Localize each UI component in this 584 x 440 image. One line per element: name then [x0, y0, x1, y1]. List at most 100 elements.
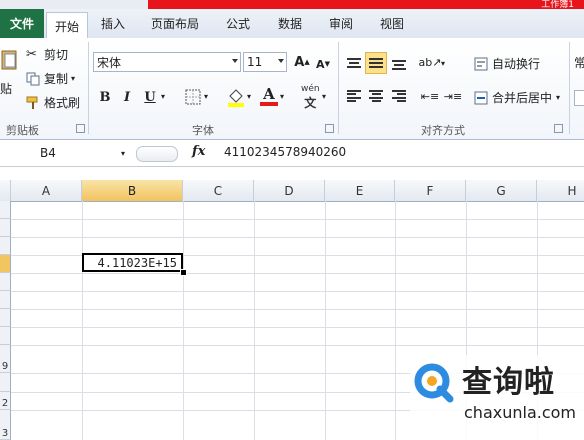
row-header[interactable] [0, 373, 11, 392]
cell-b4-value: 4.11023E+15 [97, 255, 177, 270]
cut-button[interactable]: ✂ 剪切 [26, 46, 68, 63]
gridline [11, 219, 584, 220]
name-box-dropdown-icon[interactable]: ▾ [121, 149, 125, 158]
tab-view[interactable]: 视图 [380, 15, 404, 32]
font-group-label: 字体 [192, 124, 214, 137]
column-header-f[interactable]: F [395, 180, 466, 201]
tab-formulas[interactable]: 公式 [226, 15, 250, 32]
row-header[interactable] [0, 201, 11, 219]
font-color-button[interactable]: A [260, 85, 278, 107]
merge-center-icon [474, 91, 488, 104]
row-header[interactable]: 3 [0, 410, 11, 440]
font-color-dropdown-icon[interactable]: ▾ [280, 92, 284, 101]
formula-input[interactable]: 4110234578940260 [224, 145, 346, 159]
row-header[interactable]: 2 [0, 392, 11, 410]
bold-button[interactable]: B [95, 87, 115, 107]
tab-home[interactable]: 开始 [46, 12, 88, 39]
underline-button[interactable]: U [140, 87, 160, 107]
align-bottom-button[interactable] [389, 55, 409, 75]
formula-bar: B4 ▾ fx 4110234578940260 [0, 140, 584, 167]
format-painter-label: 格式刷 [44, 96, 81, 110]
phonetic-dropdown-icon[interactable]: ▾ [322, 92, 326, 101]
orientation-button[interactable]: ab↗ [418, 52, 442, 72]
column-header-b[interactable]: B [82, 180, 183, 201]
align-top-button[interactable] [344, 53, 364, 73]
align-right-button[interactable] [389, 86, 409, 106]
row-header[interactable] [0, 309, 11, 327]
gridline [11, 327, 584, 328]
underline-dropdown-icon[interactable]: ▾ [161, 92, 165, 101]
decrease-indent-button[interactable]: ⇤≡ [420, 86, 440, 106]
column-header-e[interactable]: E [325, 180, 395, 201]
row-header[interactable] [0, 237, 11, 255]
name-box[interactable]: B4 ▾ [0, 143, 133, 163]
align-top-icon [347, 58, 361, 68]
align-center-button[interactable] [366, 86, 386, 106]
row-header[interactable] [0, 273, 11, 291]
column-header-h[interactable]: H [537, 180, 584, 201]
shrink-font-button[interactable]: A ▼ [313, 54, 333, 74]
paste-icon [1, 50, 17, 70]
watermark-logo-icon [414, 363, 454, 403]
formula-bar-resize-handle[interactable] [136, 146, 178, 162]
fill-color-dropdown-icon[interactable]: ▾ [247, 92, 251, 101]
scissors-icon: ✂ [26, 46, 37, 62]
gridline [11, 345, 584, 346]
tab-insert[interactable]: 插入 [101, 15, 125, 32]
fill-handle[interactable] [180, 269, 187, 276]
number-format-partial[interactable]: 常 [574, 54, 584, 71]
increase-indent-icon: ⇥≡ [443, 89, 463, 103]
font-name-value: 宋体 [97, 55, 122, 70]
orientation-icon: ab↗ [418, 55, 442, 69]
tab-page-layout[interactable]: 页面布局 [151, 15, 199, 32]
copy-button[interactable]: 复制 ▾ [26, 70, 75, 87]
grow-font-button[interactable]: A ▲ [292, 52, 312, 72]
merge-dropdown-icon[interactable]: ▾ [556, 93, 560, 102]
row-header[interactable] [0, 291, 11, 309]
borders-icon[interactable] [185, 89, 201, 105]
copy-dropdown-icon[interactable]: ▾ [71, 74, 75, 83]
font-size-select[interactable]: 11 [243, 52, 287, 72]
wrap-text-button[interactable]: 自动换行 [474, 55, 540, 72]
row-header[interactable] [0, 327, 11, 345]
borders-dropdown-icon[interactable]: ▾ [204, 92, 208, 101]
clipboard-launcher[interactable] [76, 124, 85, 133]
row-header[interactable]: 9 [0, 345, 11, 373]
tab-file[interactable]: 文件 [0, 9, 44, 38]
align-left-button[interactable] [344, 86, 364, 106]
watermark-text-cn: 查询啦 [462, 365, 555, 400]
increase-indent-button[interactable]: ⇥≡ [443, 86, 463, 106]
merge-center-label: 合并后居中 [492, 91, 553, 105]
shrink-font-icon: A [316, 57, 325, 71]
clipboard-group-label: 剪贴板 [6, 124, 39, 137]
cell-b4-selected[interactable]: 4.11023E+15 [82, 253, 183, 272]
insert-function-button[interactable]: fx [192, 144, 205, 159]
name-box-value: B4 [40, 146, 56, 160]
copy-icon [26, 72, 40, 85]
font-name-select[interactable]: 宋体 [93, 52, 241, 72]
column-header-g[interactable]: G [466, 180, 537, 201]
group-separator [569, 42, 570, 134]
italic-button[interactable]: I [117, 87, 137, 107]
font-color-icon: A [263, 85, 275, 103]
fill-color-icon[interactable] [227, 87, 245, 107]
tab-review[interactable]: 审阅 [329, 15, 353, 32]
column-header-c[interactable]: C [183, 180, 254, 201]
merge-center-button[interactable]: 合并后居中 ▾ [474, 89, 560, 106]
tab-data[interactable]: 数据 [278, 15, 302, 32]
row-header-active[interactable] [0, 255, 11, 273]
align-left-icon [347, 90, 361, 102]
align-middle-button[interactable] [365, 52, 387, 74]
alignment-launcher[interactable] [554, 124, 563, 133]
font-launcher[interactable] [325, 124, 334, 133]
row-header[interactable] [0, 219, 11, 237]
grow-font-icon: A [294, 54, 305, 70]
select-all-corner[interactable] [0, 180, 11, 201]
number-format-button[interactable] [574, 90, 584, 106]
column-header-d[interactable]: D [254, 180, 325, 201]
phonetic-guide-button[interactable]: wén 文 [301, 84, 320, 111]
phonetic-icon: 文 [304, 96, 317, 110]
format-painter-button[interactable]: 格式刷 [26, 94, 80, 111]
column-header-a[interactable]: A [11, 180, 82, 201]
orientation-dropdown-icon[interactable]: ▾ [441, 59, 445, 68]
